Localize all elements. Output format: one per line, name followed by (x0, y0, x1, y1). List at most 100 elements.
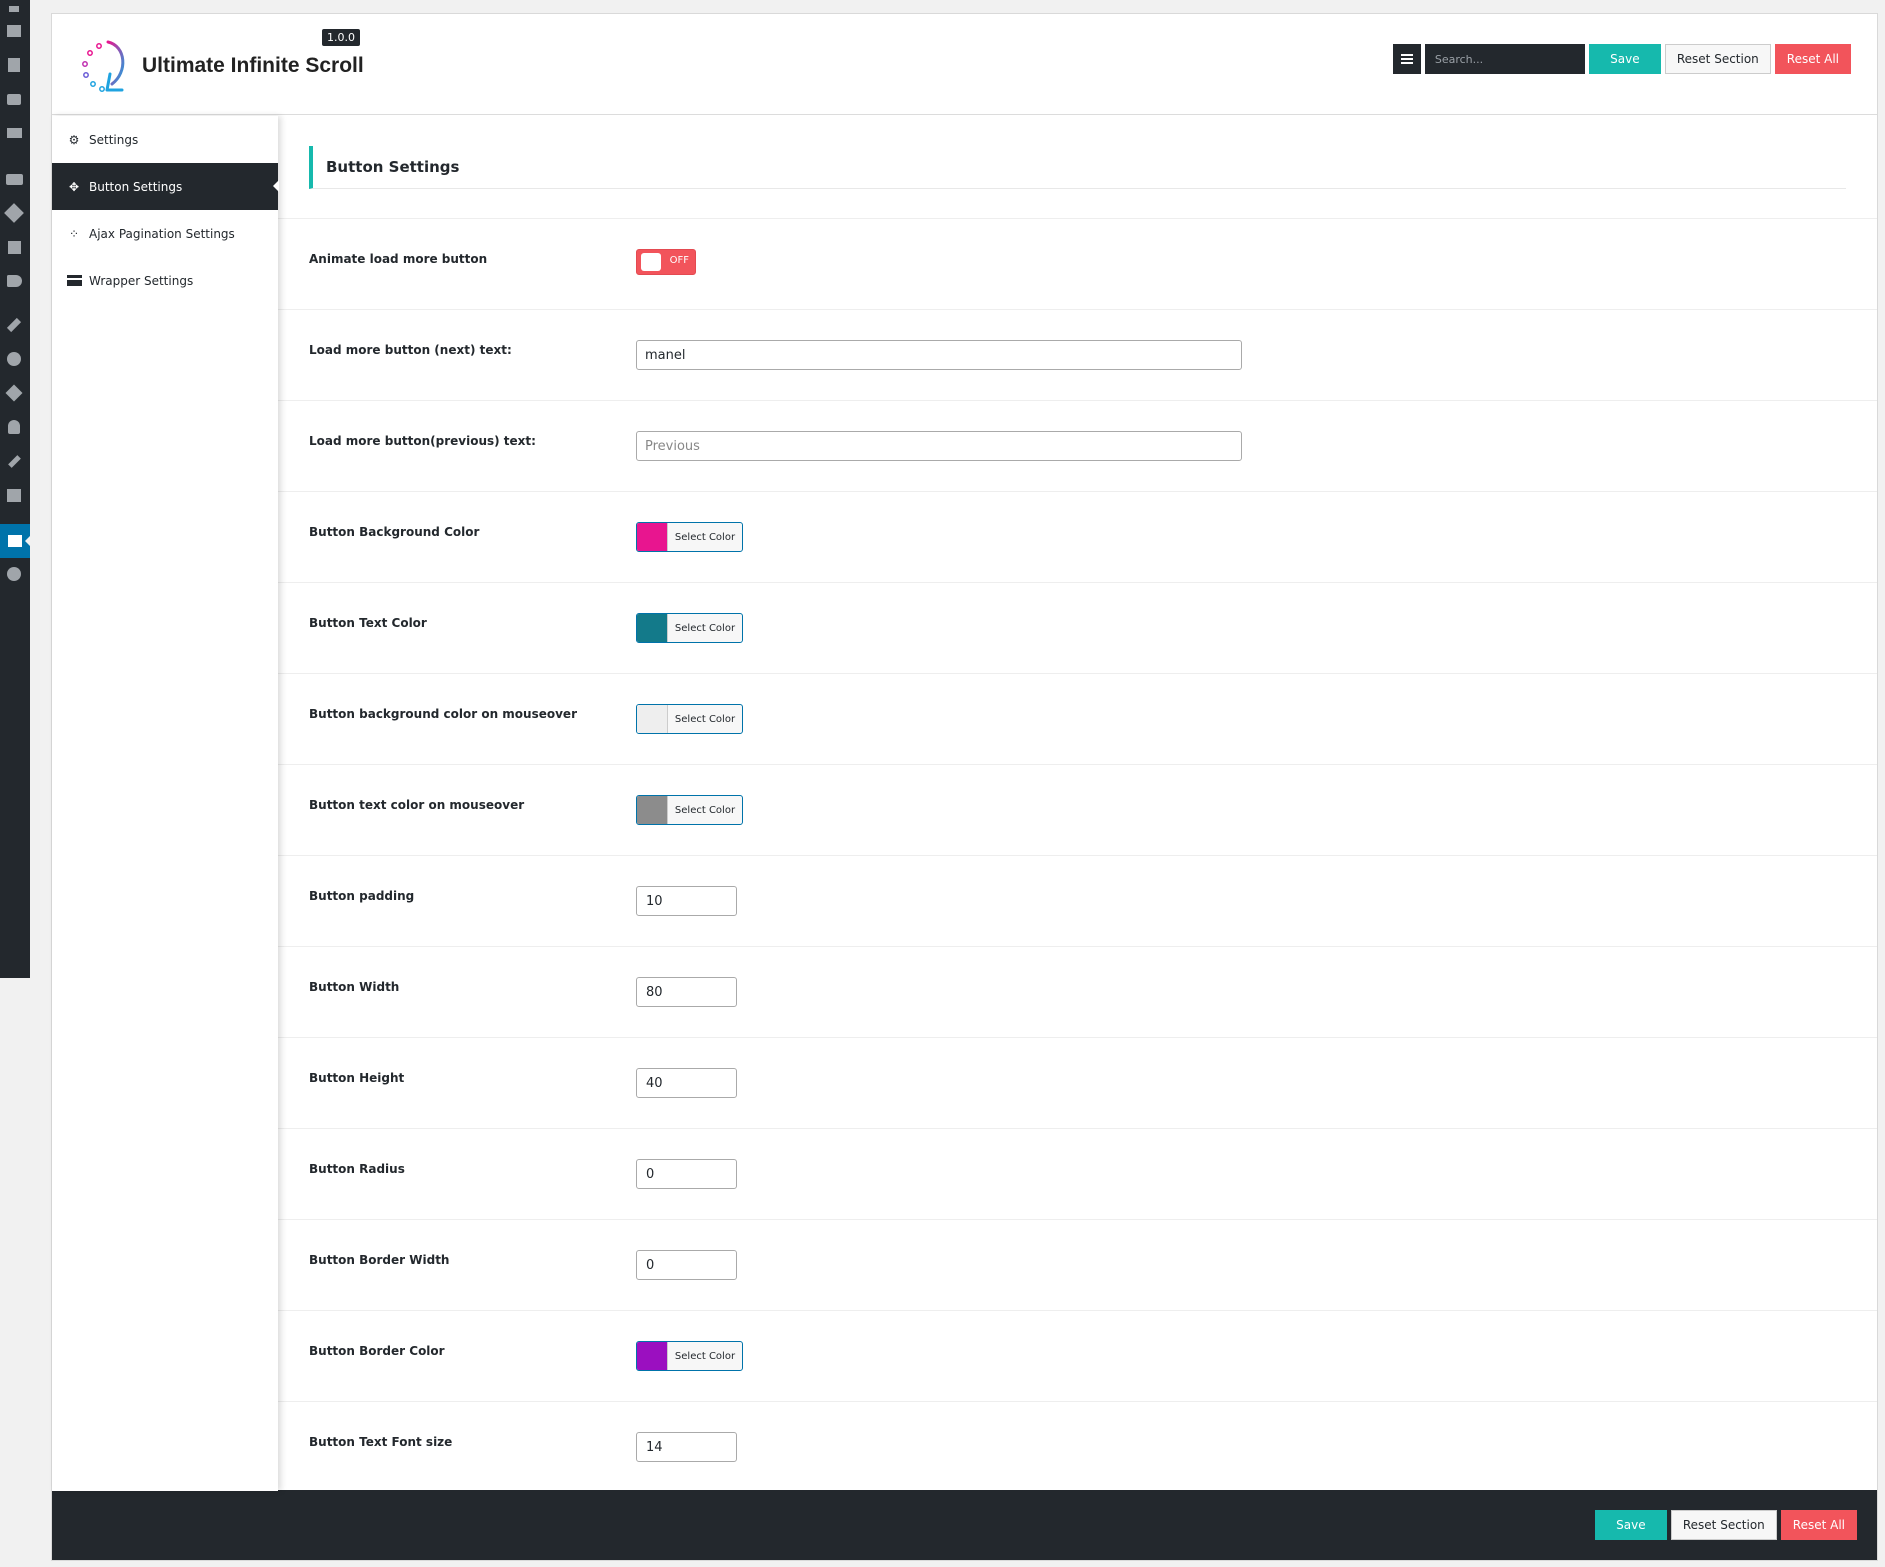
plugins-color-icon[interactable] (5, 350, 23, 368)
radius-input[interactable] (636, 1159, 737, 1189)
field-row-border-width: Button Border Width (278, 1219, 1877, 1310)
users-icon[interactable] (5, 418, 23, 436)
reset-all-button[interactable]: Reset All (1774, 44, 1851, 74)
height-input[interactable] (636, 1068, 737, 1098)
settings-sidebar: ⚙ Settings ✥ Button Settings ⁘ Ajax Pagi… (52, 116, 279, 1491)
appearance-icon[interactable] (5, 316, 23, 334)
select-color-label: Select Color (674, 1350, 736, 1362)
pages-icon[interactable] (5, 56, 23, 74)
search-input[interactable] (1424, 44, 1585, 74)
select-color-label: Select Color (674, 713, 736, 725)
header-toolbar: Save Reset Section Reset All (1392, 44, 1851, 74)
footer-save-button[interactable]: Save (1594, 1510, 1667, 1540)
spinner-icon: ⁘ (68, 226, 80, 241)
select-color-label: Select Color (674, 622, 736, 634)
mail-icon[interactable] (5, 124, 23, 142)
field-row-padding: Button padding (278, 855, 1877, 946)
footer-reset-section-button[interactable]: Reset Section (1670, 1510, 1777, 1540)
analytics-icon[interactable] (5, 238, 23, 256)
field-row-width: Button Width (278, 946, 1877, 1037)
padding-input[interactable] (636, 886, 737, 916)
sidebar-item-settings[interactable]: ⚙ Settings (52, 116, 278, 163)
field-row-animate: Animate load more button OFF (278, 218, 1877, 309)
field-label: Button Background Color (309, 525, 480, 539)
sidebar-item-wrapper-settings[interactable]: Wrapper Settings (52, 257, 278, 304)
field-row-bg-color: Button Background Color Select Color (278, 491, 1877, 582)
field-row-bg-hover: Button background color on mouseover Sel… (278, 673, 1877, 764)
play-icon[interactable] (5, 565, 23, 583)
section-title: Button Settings (309, 146, 1846, 189)
options-panel: Ultimate Infinite Scroll 1.0.0 Save Rese… (51, 13, 1878, 1561)
settings-icon[interactable] (5, 486, 23, 504)
toggle-knob (641, 253, 661, 271)
field-label: Button text color on mouseover (309, 798, 525, 812)
field-label: Animate load more button (309, 252, 488, 266)
sidebar-item-button-settings[interactable]: ✥ Button Settings (52, 163, 279, 210)
footer-reset-all-button[interactable]: Reset All (1780, 1510, 1857, 1540)
version-badge: 1.0.0 (322, 29, 360, 46)
credit-card-icon (66, 274, 82, 288)
expand-toggle-button[interactable] (1392, 44, 1421, 74)
color-swatch (637, 523, 668, 551)
field-row-text-color: Button Text Color Select Color (278, 582, 1877, 673)
prev-text-input[interactable] (636, 431, 1242, 461)
field-row-height: Button Height (278, 1037, 1877, 1128)
border-width-input[interactable] (636, 1250, 737, 1280)
color-swatch (637, 614, 668, 642)
field-label: Button Width (309, 980, 400, 994)
bg-hover-color-picker[interactable]: Select Color (636, 704, 743, 734)
pin-icon[interactable] (5, 0, 23, 18)
toggle-state-label: OFF (669, 255, 689, 266)
gears-icon: ⚙ (68, 132, 80, 147)
field-row-border-color: Button Border Color Select Color (278, 1310, 1877, 1401)
border-color-picker[interactable]: Select Color (636, 1341, 743, 1371)
text-hover-color-picker[interactable]: Select Color (636, 795, 743, 825)
woocommerce-icon[interactable] (5, 170, 23, 188)
sidebar-item-label: Button Settings (89, 179, 183, 194)
field-label: Load more button(previous) text: (309, 434, 536, 448)
infinite-scroll-menu-icon[interactable] (0, 524, 31, 558)
animate-toggle[interactable]: OFF (636, 249, 696, 275)
next-text-input[interactable] (636, 340, 1242, 370)
field-label: Button padding (309, 889, 415, 903)
settings-content: Button Settings Animate load more button… (278, 116, 1877, 1491)
menu-icon (1400, 58, 1413, 60)
wp-admin-menu (0, 0, 31, 978)
text-color-picker[interactable]: Select Color (636, 613, 743, 643)
field-label: Button background color on mouseover (309, 707, 577, 721)
save-button[interactable]: Save (1588, 44, 1661, 74)
bg-color-picker[interactable]: Select Color (636, 522, 743, 552)
tools-icon[interactable] (5, 452, 23, 470)
field-row-text-hover: Button text color on mouseover Select Co… (278, 764, 1877, 855)
field-label: Button Border Width (309, 1253, 450, 1267)
color-swatch (637, 1342, 668, 1370)
field-label: Button Text Color (309, 616, 427, 630)
media-icon[interactable] (5, 22, 23, 40)
sidebar-item-label: Settings (89, 132, 139, 147)
panel-header: Ultimate Infinite Scroll 1.0.0 Save Rese… (52, 14, 1877, 115)
arrows-move-icon: ✥ (68, 179, 80, 194)
width-input[interactable] (636, 977, 737, 1007)
field-row-next-text: Load more button (next) text: (278, 309, 1877, 400)
comments-icon[interactable] (5, 90, 23, 108)
field-label: Button Text Font size (309, 1435, 453, 1449)
plugin-title: Ultimate Infinite Scroll (142, 54, 364, 77)
field-label: Button Border Color (309, 1344, 445, 1358)
sidebar-item-label: Wrapper Settings (89, 273, 194, 288)
sidebar-item-label: Ajax Pagination Settings (89, 226, 235, 241)
products-icon[interactable] (4, 203, 24, 223)
field-label: Button Height (309, 1071, 405, 1085)
plugin-logo-icon (82, 40, 125, 92)
sidebar-item-ajax-pagination[interactable]: ⁘ Ajax Pagination Settings (52, 210, 278, 257)
field-label: Load more button (next) text: (309, 343, 512, 357)
reset-section-button[interactable]: Reset Section (1664, 44, 1771, 74)
field-label: Button Radius (309, 1162, 405, 1176)
field-row-font-size: Button Text Font size (278, 1401, 1877, 1492)
color-swatch (637, 705, 668, 733)
panel-footer: Save Reset Section Reset All (52, 1490, 1877, 1560)
marketing-icon[interactable] (5, 272, 23, 290)
font-size-input[interactable] (636, 1432, 737, 1462)
select-color-label: Select Color (674, 804, 736, 816)
field-row-prev-text: Load more button(previous) text: (278, 400, 1877, 491)
plugins-icon[interactable] (5, 384, 23, 402)
